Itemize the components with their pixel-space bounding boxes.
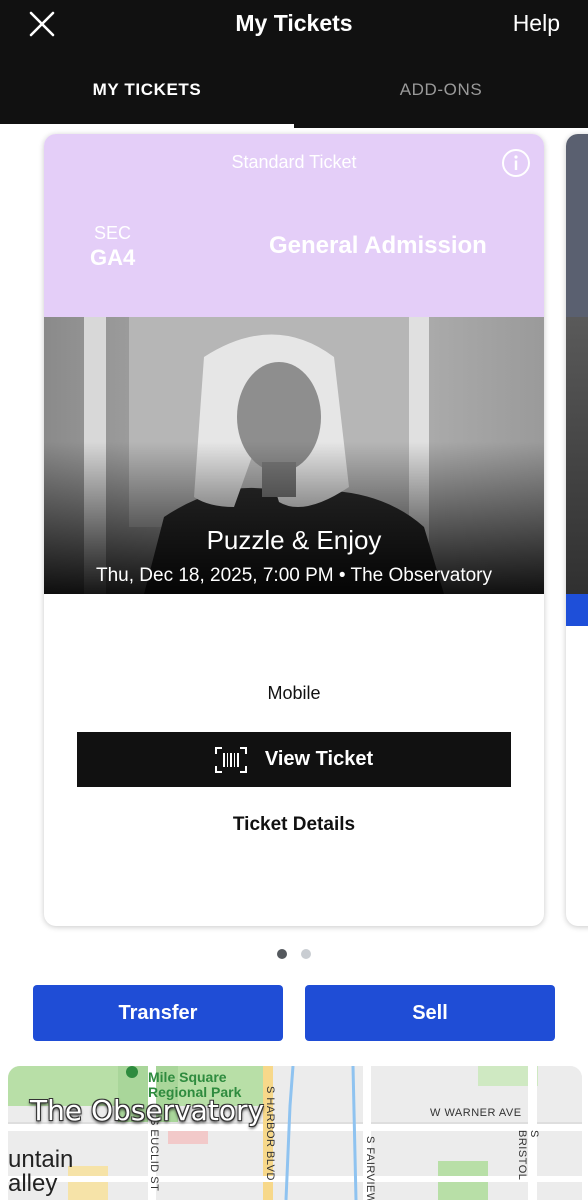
- street-warner: W WARNER AVE: [430, 1107, 522, 1119]
- view-ticket-label: View Ticket: [264, 748, 374, 770]
- ticket-card[interactable]: Standard Ticket SEC GA4 General Admissio…: [44, 134, 544, 926]
- view-ticket-button[interactable]: View Ticket: [77, 732, 511, 787]
- admission-type: General Admission: [269, 232, 487, 259]
- help-button[interactable]: Help: [513, 10, 560, 37]
- next-ticket-card-peek[interactable]: [566, 134, 588, 926]
- sell-button[interactable]: Sell: [305, 985, 555, 1041]
- page-dot-1[interactable]: [277, 949, 287, 959]
- section-label: SEC: [94, 223, 132, 243]
- street-fairview: S FAIRVIEW: [364, 1136, 376, 1200]
- ticket-details-link[interactable]: Ticket Details: [44, 814, 544, 836]
- info-icon: [502, 149, 530, 177]
- event-date-venue: Thu, Dec 18, 2025, 7:00 PM • The Observa…: [95, 565, 492, 586]
- tab-add-ons[interactable]: ADD-ONS: [294, 80, 588, 100]
- barcode-icon: [214, 746, 247, 773]
- next-card-header: [566, 134, 588, 317]
- street-euclid: S EUCLID ST: [148, 1118, 160, 1192]
- street-bristol: S BRISTOL: [516, 1130, 540, 1181]
- tab-my-tickets[interactable]: MY TICKETS: [0, 80, 294, 100]
- ticket-header: Standard Ticket SEC GA4 General Admissio…: [44, 134, 544, 317]
- event-image: Puzzle & Enjoy Thu, Dec 18, 2025, 7:00 P…: [44, 317, 544, 594]
- event-name: Puzzle & Enjoy: [206, 525, 382, 555]
- park-label-line-1: Mile Square: [148, 1069, 227, 1085]
- top-bar: My Tickets Help MY TICKETS ADD-ONS: [0, 0, 588, 128]
- map-tiles: [8, 1066, 582, 1200]
- page-title: My Tickets: [235, 10, 353, 36]
- page-dot-2[interactable]: [301, 949, 311, 959]
- ticket-type-label: Standard Ticket: [231, 152, 357, 172]
- venue-map[interactable]: Mile Square Regional Park W WARNER AVE S…: [8, 1066, 582, 1200]
- area-label-line-2: alley: [8, 1170, 58, 1197]
- next-card-image: [566, 317, 588, 594]
- active-tab-indicator: [0, 124, 294, 128]
- area-label-line-1: untain: [8, 1146, 74, 1173]
- page-indicator: [0, 949, 588, 959]
- info-button[interactable]: [501, 148, 531, 178]
- map-area-label: untain alley: [8, 1148, 73, 1196]
- delivery-method: Mobile: [267, 683, 321, 703]
- venue-map-label: The Observatory: [30, 1094, 265, 1127]
- section-value: GA4: [90, 245, 136, 270]
- next-card-band: [566, 594, 588, 626]
- transfer-button[interactable]: Transfer: [33, 985, 283, 1041]
- street-harbor: S HARBOR BLVD: [264, 1086, 276, 1181]
